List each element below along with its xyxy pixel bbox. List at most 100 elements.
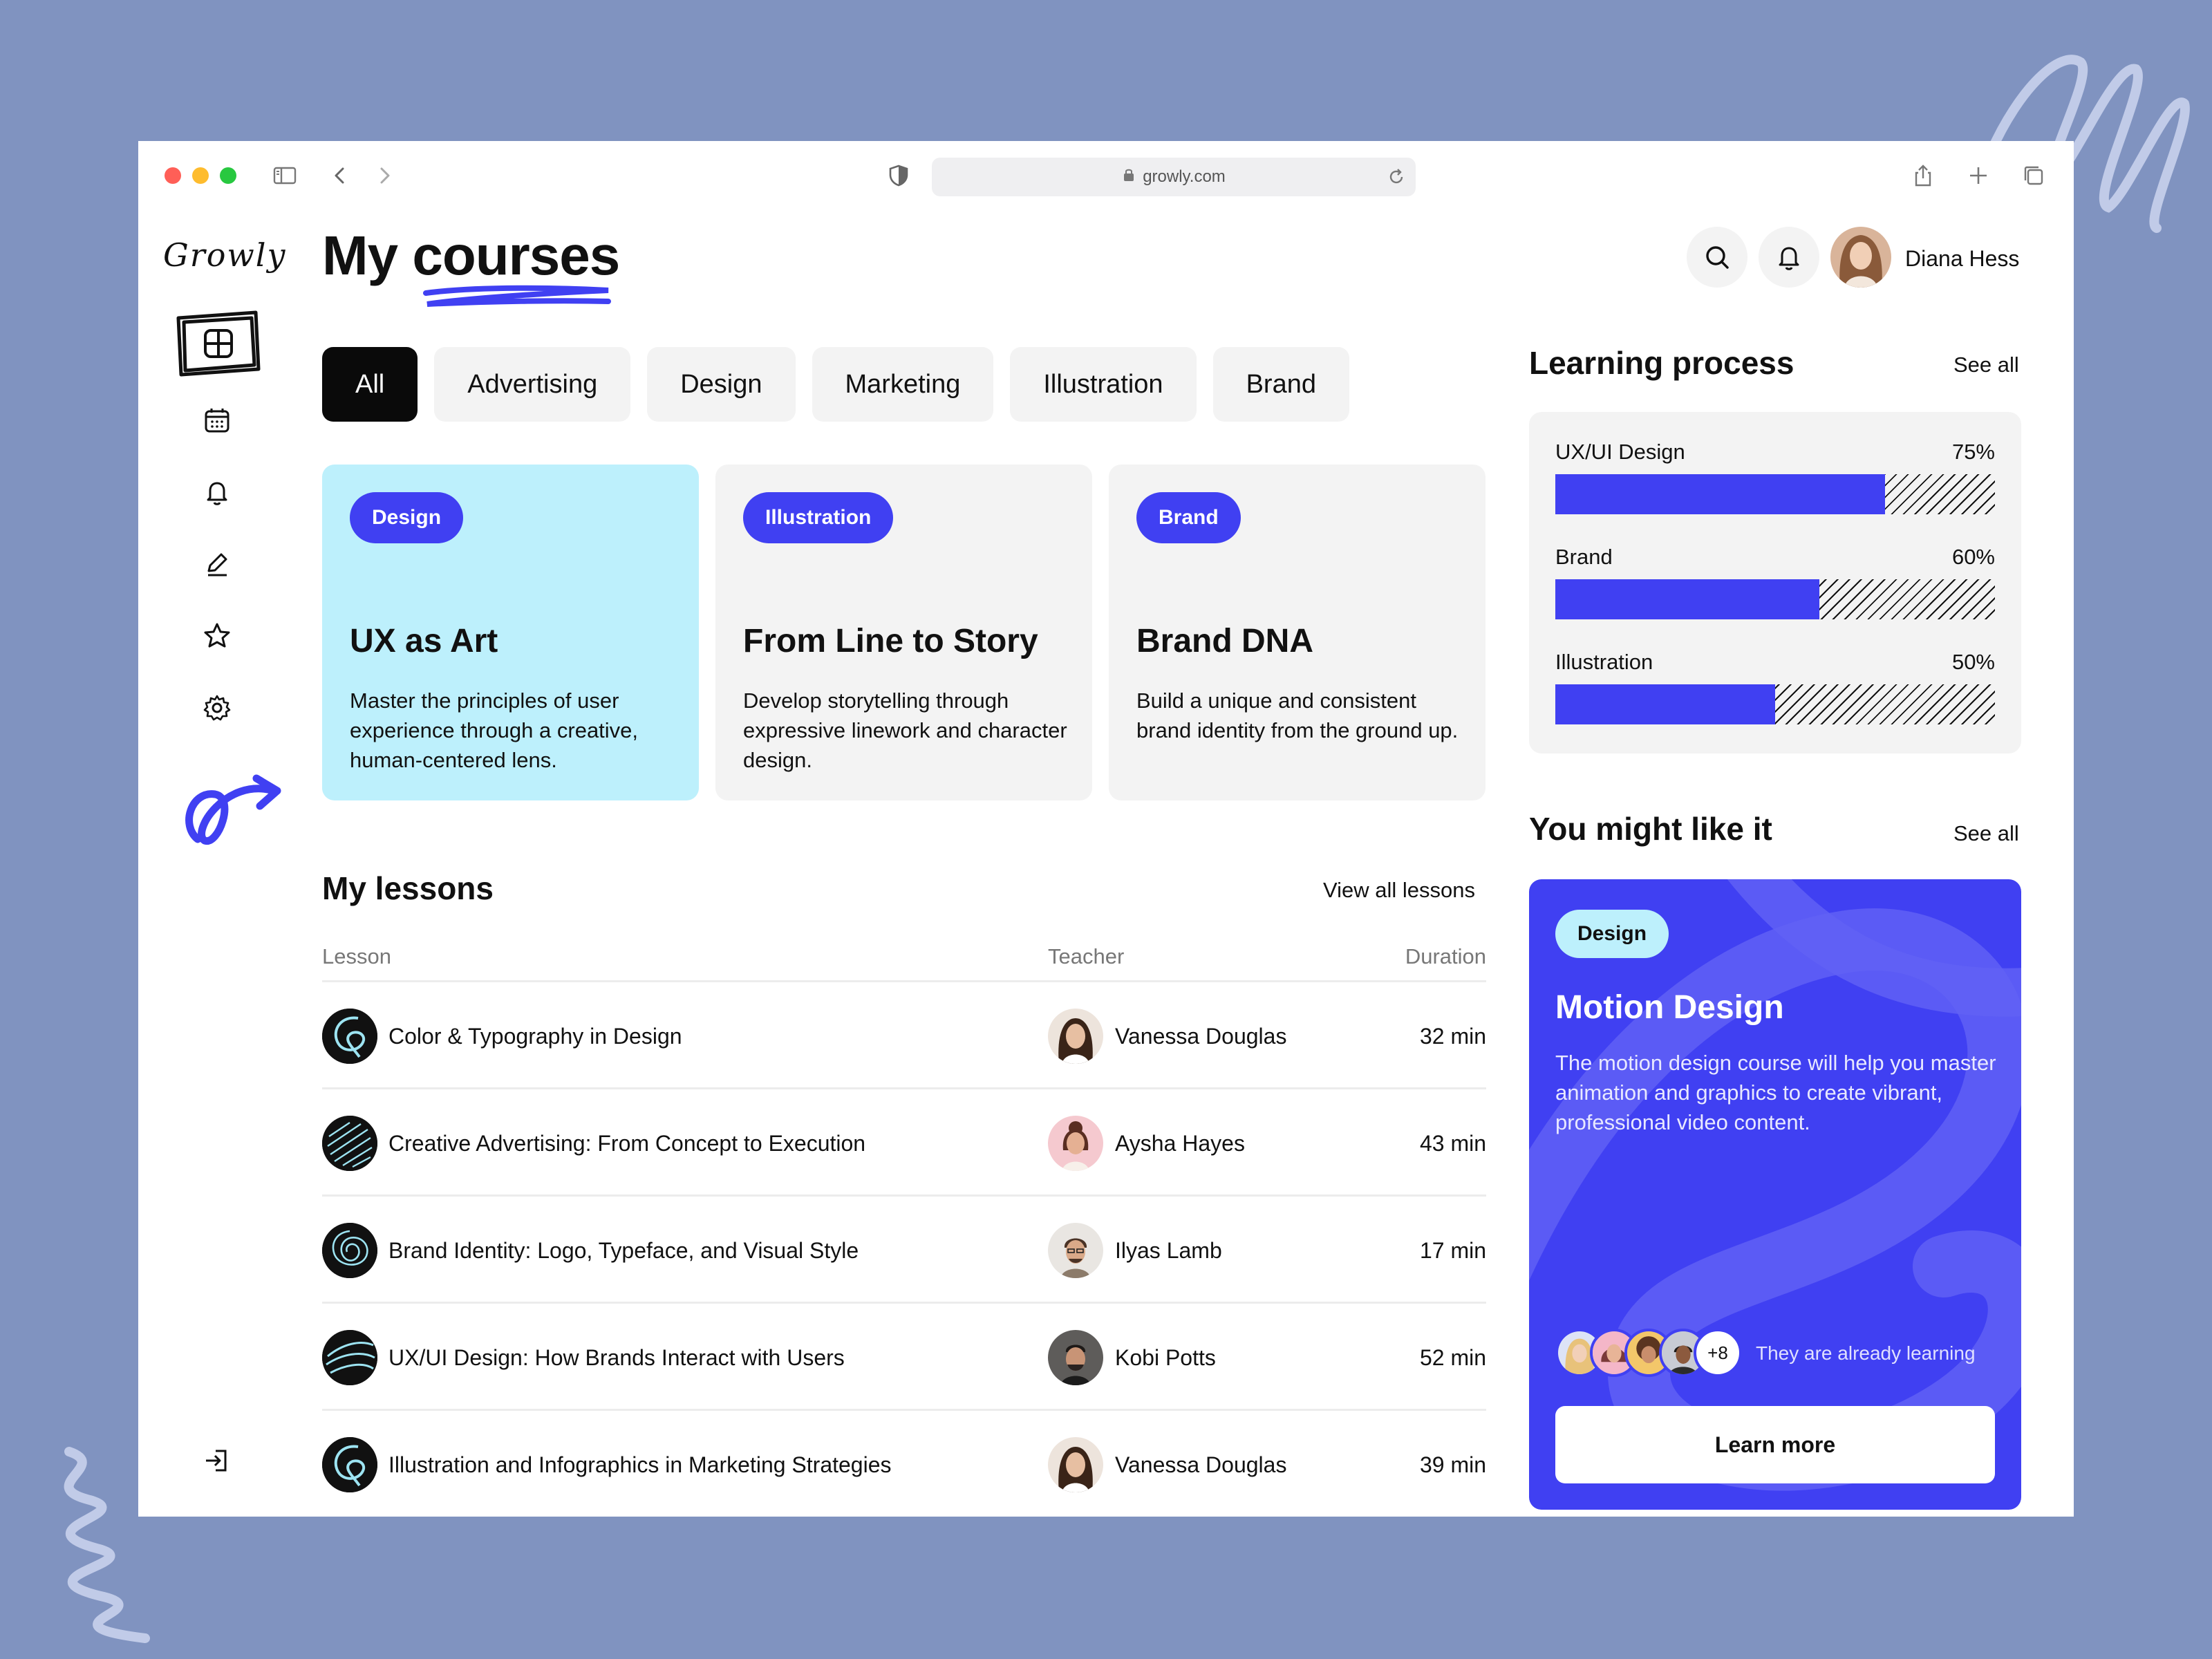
tabs-overview-icon[interactable] [2020, 162, 2047, 189]
recommendation-see-all-link[interactable]: See all [1953, 821, 2019, 846]
user-avatar[interactable] [1830, 227, 1891, 288]
progress-label: Illustration [1555, 650, 1653, 674]
column-header-duration: Duration [1405, 944, 1486, 968]
search-icon [1706, 246, 1729, 269]
course-cards: Design UX as Art Master the principles o… [322, 465, 1485, 800]
course-description: Build a unique and consistent brand iden… [1136, 688, 1459, 742]
minimize-window-button[interactable] [192, 167, 209, 184]
filter-tab-brand[interactable]: Brand [1212, 347, 1349, 422]
calendar-icon [205, 409, 229, 433]
share-icon[interactable] [1909, 162, 1937, 189]
teacher-name: Aysha Hayes [1115, 1131, 1245, 1156]
close-window-button[interactable] [165, 167, 181, 184]
course-category-badge: Brand [1136, 492, 1241, 543]
new-tab-icon[interactable] [1965, 162, 1992, 189]
page-title-highlight: courses [412, 225, 620, 286]
maximize-window-button[interactable] [220, 167, 236, 184]
course-card[interactable]: Design UX as Art Master the principles o… [322, 465, 699, 800]
bell-icon [207, 482, 227, 505]
forward-icon[interactable] [371, 162, 398, 189]
lesson-name: Illustration and Infographics in Marketi… [388, 1452, 892, 1477]
bell-icon [1779, 247, 1799, 270]
reload-icon[interactable] [1387, 167, 1406, 187]
back-icon[interactable] [326, 162, 354, 189]
learn-more-button[interactable]: Learn more [1555, 1406, 1995, 1483]
sidebar-item-settings[interactable] [200, 691, 234, 724]
view-all-lessons-link[interactable]: View all lessons [1323, 878, 1475, 903]
lesson-name: UX/UI Design: How Brands Interact with U… [388, 1345, 845, 1370]
lesson-duration: 39 min [1419, 1452, 1486, 1477]
sidebar-item-dashboard[interactable] [173, 308, 263, 377]
table-row[interactable]: Creative Advertising: From Concept to Ex… [322, 1087, 1486, 1194]
filter-tab-design[interactable]: Design [647, 347, 796, 422]
course-title: Brand DNA [1136, 623, 1314, 659]
lesson-thumbnail [322, 1330, 377, 1385]
notifications-button[interactable] [1759, 227, 1819, 288]
course-filter-tabs: All Advertising Design Marketing Illustr… [322, 347, 1349, 422]
course-card[interactable]: Illustration From Line to Story Develop … [715, 465, 1092, 800]
course-description: The motion design course will help you m… [1555, 1051, 1996, 1134]
extra-learners-count: +8 [1694, 1329, 1742, 1377]
filter-tab-illustration[interactable]: Illustration [1010, 347, 1197, 422]
teacher-name: Vanessa Douglas [1115, 1024, 1287, 1049]
search-button[interactable] [1687, 227, 1747, 288]
course-card[interactable]: Brand Brand DNA Build a unique and consi… [1109, 465, 1485, 800]
teacher-avatar [1048, 1330, 1103, 1385]
app-logo[interactable]: Growly [163, 236, 287, 274]
table-row[interactable]: Color & Typography in Design Vanessa Dou… [322, 980, 1486, 1087]
course-description: Master the principles of user experience… [350, 688, 639, 772]
course-title: UX as Art [350, 623, 498, 659]
sidebar-toggle-icon[interactable] [271, 162, 299, 189]
user-name[interactable]: Diana Hess [1905, 246, 2019, 272]
learners-group: +8 They are already learning [1555, 1329, 1998, 1377]
teacher-name: Vanessa Douglas [1115, 1452, 1287, 1477]
teacher-avatar [1048, 1437, 1103, 1492]
filter-tab-marketing[interactable]: Marketing [812, 347, 994, 422]
pencil-icon [207, 553, 227, 577]
recommended-course-card[interactable]: Design Motion Design The motion design c… [1529, 879, 2021, 1510]
course-category-badge: Design [350, 492, 464, 543]
browser-toolbar: growly.com [138, 141, 2074, 210]
page-title: My courses [322, 224, 620, 288]
table-row[interactable]: UX/UI Design: How Brands Interact with U… [322, 1302, 1486, 1409]
progress-bar-fill [1555, 684, 1775, 724]
progress-label: UX/UI Design [1555, 440, 1685, 464]
teacher-name: Kobi Potts [1115, 1345, 1216, 1370]
logout-icon [206, 1450, 227, 1472]
lesson-name: Color & Typography in Design [388, 1024, 682, 1049]
lesson-thumbnail [322, 1116, 377, 1171]
learning-process-heading: Learning process [1529, 345, 1794, 381]
progress-bar [1555, 684, 1995, 724]
teacher-avatar [1048, 1223, 1103, 1278]
course-title: From Line to Story [743, 623, 1038, 659]
gear-icon [203, 695, 231, 721]
recommendation-heading: You might like it [1529, 811, 1772, 847]
dashboard-icon [204, 329, 233, 358]
learning-process-see-all-link[interactable]: See all [1953, 353, 2019, 377]
lesson-duration: 17 min [1419, 1238, 1486, 1263]
progress-percent: 60% [1951, 545, 1995, 569]
sidebar-item-notifications[interactable] [200, 476, 234, 509]
filter-tab-advertising[interactable]: Advertising [434, 347, 631, 422]
course-category-badge: Illustration [743, 492, 894, 543]
sidebar-item-edit[interactable] [200, 547, 234, 581]
browser-window: growly.com Growly My courses Diana Hess … [138, 141, 2074, 1517]
url-text: growly.com [1143, 167, 1226, 186]
table-row[interactable]: Brand Identity: Logo, Typeface, and Visu… [322, 1194, 1486, 1302]
sidebar-item-favorites[interactable] [200, 619, 234, 653]
sidebar-item-calendar[interactable] [200, 404, 234, 437]
progress-percent: 75% [1951, 440, 1995, 464]
title-underline-scribble [423, 285, 611, 307]
lessons-heading: My lessons [322, 870, 494, 906]
column-header-teacher: Teacher [1048, 944, 1125, 968]
table-row[interactable]: Illustration and Infographics in Marketi… [322, 1409, 1486, 1516]
progress-percent: 50% [1951, 650, 1995, 674]
filter-tab-all[interactable]: All [322, 347, 418, 422]
column-header-lesson: Lesson [322, 944, 391, 968]
course-title: Motion Design [1555, 989, 1784, 1026]
address-bar[interactable]: growly.com [932, 158, 1416, 196]
logout-button[interactable] [200, 1444, 234, 1477]
lesson-duration: 43 min [1419, 1131, 1486, 1156]
decorative-arrow-icon [185, 774, 281, 845]
privacy-shield-icon[interactable] [885, 162, 912, 189]
